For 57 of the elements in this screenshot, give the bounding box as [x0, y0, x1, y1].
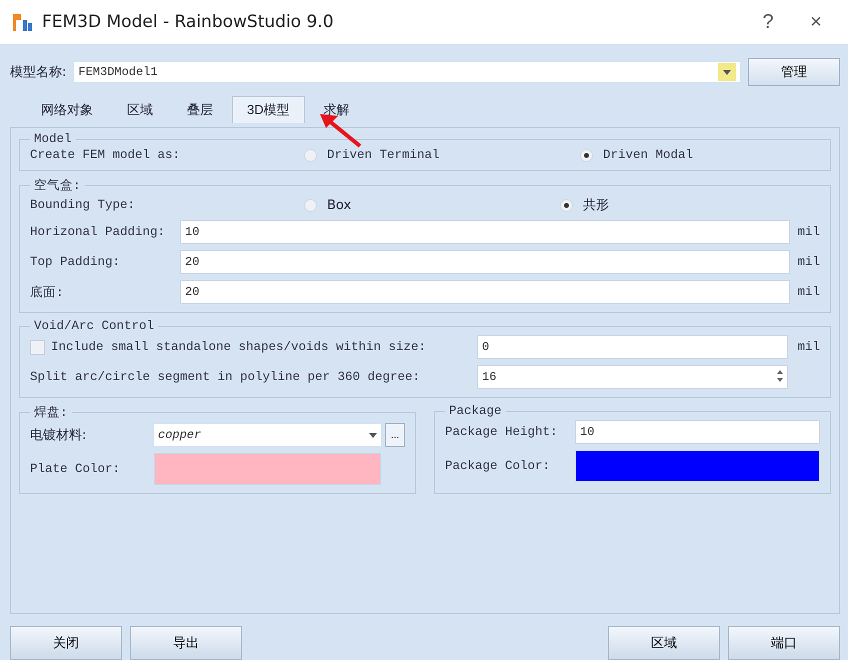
unit-label: mil [796, 340, 820, 354]
input-field[interactable]: 20 [180, 250, 790, 274]
dialog-button[interactable]: 端口 [728, 626, 840, 660]
dialog-button[interactable]: 区域 [608, 626, 720, 660]
field-label: Package Height: [445, 425, 559, 439]
unit-label: mil [796, 225, 820, 239]
radio-label: Box [327, 198, 352, 212]
number-spinner[interactable]: 16 [477, 365, 788, 389]
dialog-button[interactable]: 关闭 [10, 626, 122, 660]
group-title: 空气盒: [33, 178, 82, 194]
app-logo-icon [12, 12, 34, 32]
field-label: Package Color: [445, 459, 552, 473]
unit-label: mil [796, 285, 820, 299]
dropdown-icon [369, 432, 377, 438]
dropdown-icon [718, 63, 736, 81]
group-title: Void/Arc Control [33, 319, 156, 333]
radio-button[interactable] [580, 148, 593, 162]
radio-label: Driven Modal [603, 148, 694, 162]
window-title: FEM3D Model - RainbowStudio 9.0 [42, 12, 335, 32]
field-label: Plate Color: [30, 462, 122, 476]
material-combo[interactable]: copper [154, 424, 381, 446]
help-button[interactable]: ? [748, 10, 788, 34]
field-label: Top Padding: [30, 255, 122, 269]
tab[interactable]: 区域 [112, 96, 168, 123]
checkbox-label: Include small standalone shapes/voids within size: [51, 340, 428, 354]
color-swatch[interactable] [575, 450, 820, 482]
group-title: Model [33, 132, 73, 146]
input-field[interactable]: 10 [180, 220, 790, 244]
close-button[interactable]: × [796, 10, 836, 34]
unit-label: mil [796, 255, 820, 269]
radio-button[interactable] [304, 198, 317, 212]
input-field[interactable]: 20 [180, 280, 790, 304]
browse-button[interactable]: ... [385, 423, 405, 447]
color-swatch[interactable] [154, 453, 381, 485]
field-label: Bounding Type: [30, 198, 136, 212]
radio-label: Driven Terminal [327, 148, 440, 162]
manage-button[interactable]: 管理 [748, 58, 840, 86]
tab[interactable]: 叠层 [172, 96, 228, 123]
spinner-arrows-icon[interactable] [776, 368, 784, 384]
input-field[interactable]: 0 [477, 335, 788, 359]
tab[interactable]: 网络对象 [26, 96, 108, 123]
field-label: 底面: [30, 284, 65, 300]
tab[interactable]: 求解 [308, 96, 365, 123]
input-field[interactable]: 10 [575, 420, 820, 444]
checkbox[interactable] [30, 340, 45, 354]
dialog-button[interactable]: 导出 [130, 626, 242, 660]
tab[interactable]: 3D模型 [232, 96, 305, 123]
field-label: 模型名称: [10, 64, 66, 81]
field-label: Create FEM model as: [30, 148, 182, 162]
radio-button[interactable] [304, 148, 317, 162]
group-title: Package [448, 404, 503, 418]
radio-button[interactable] [560, 198, 573, 212]
field-label: Split arc/circle segment in polyline per 360 degree: [30, 370, 422, 384]
radio-label: 共形 [583, 197, 609, 214]
field-label: Horizonal Padding: [30, 225, 166, 239]
group-title: 焊盘: [33, 405, 69, 421]
field-label: 电镀材料: [30, 427, 88, 444]
